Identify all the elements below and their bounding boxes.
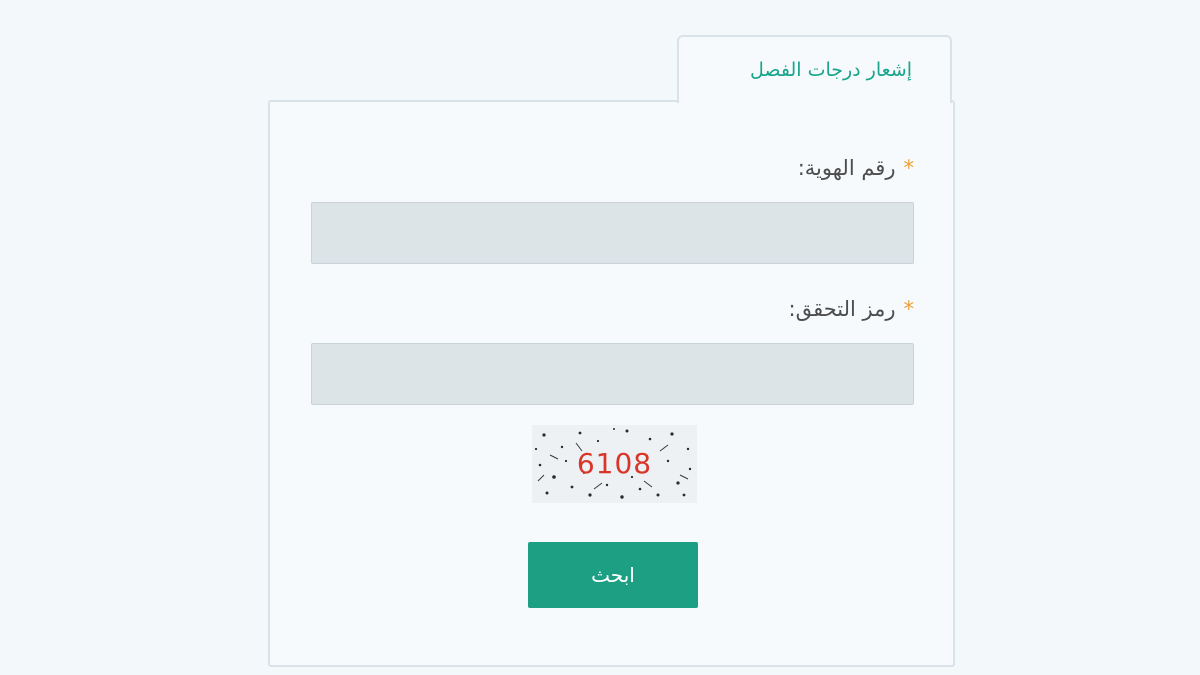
captcha-label-text: رمز التحقق: xyxy=(788,297,896,321)
captcha-label: * رمز التحقق: xyxy=(789,297,915,321)
captcha-input[interactable] xyxy=(311,343,914,405)
id-number-label: * رقم الهوية: xyxy=(798,156,914,180)
required-marker: * xyxy=(903,297,915,321)
tab-label: إشعار درجات الفصل xyxy=(749,59,912,81)
required-marker: * xyxy=(903,156,915,180)
captcha-code: 6108 xyxy=(576,447,653,480)
captcha-image: 6108 xyxy=(532,425,697,503)
id-number-input[interactable] xyxy=(311,202,914,264)
form-panel: * رقم الهوية: * رمز التحقق: 6108 ابحث xyxy=(268,100,955,667)
page-root: إشعار درجات الفصل * رقم الهوية: * رمز التح… xyxy=(0,0,1200,675)
id-number-label-text: رقم الهوية: xyxy=(797,156,896,180)
search-button[interactable]: ابحث xyxy=(528,542,698,608)
tab-grades-notice[interactable]: إشعار درجات الفصل xyxy=(677,35,952,103)
